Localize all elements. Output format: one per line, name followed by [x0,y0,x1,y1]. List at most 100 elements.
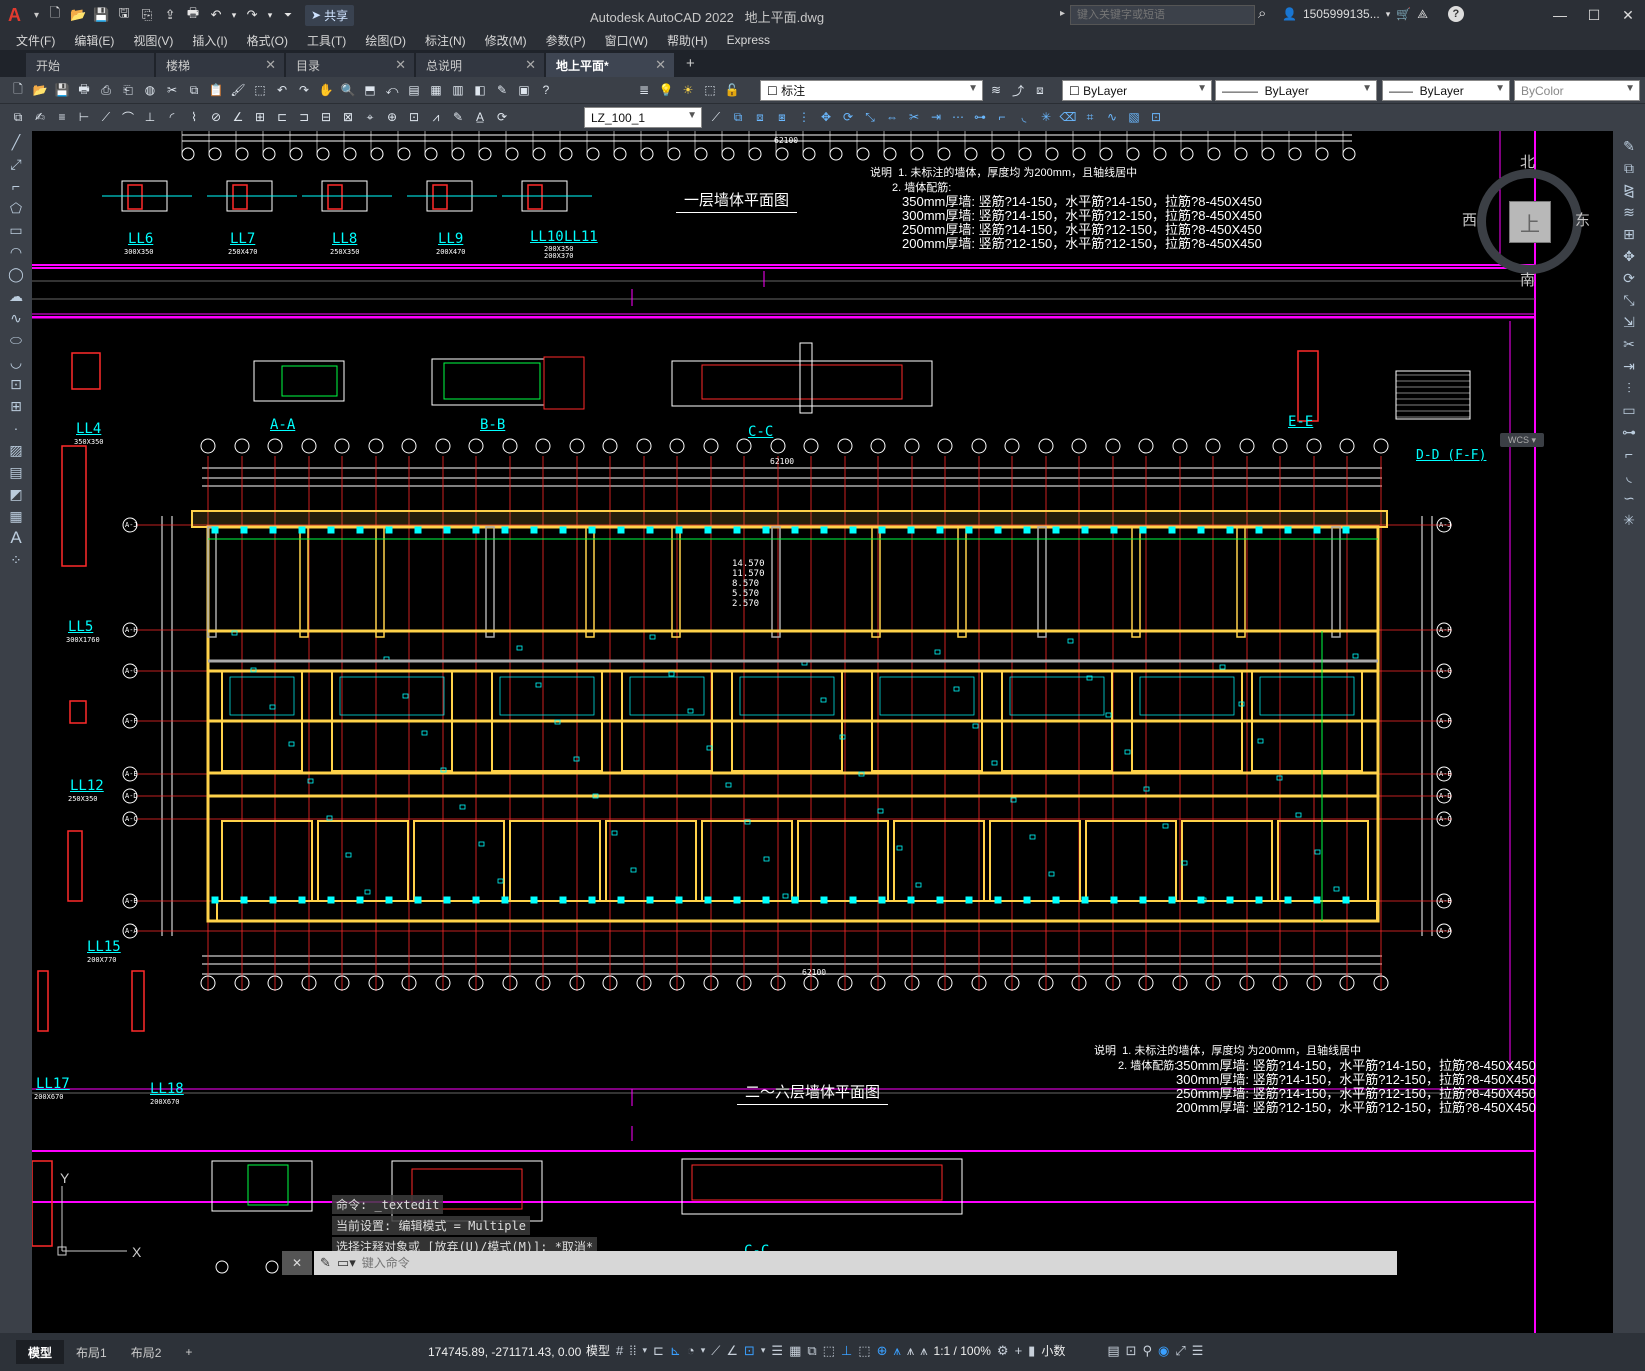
break-icon[interactable]: ▭ [1613,399,1645,421]
inspect-icon[interactable]: ⊡ [404,107,424,127]
join-icon[interactable]: ⊶ [970,107,990,127]
break-point-icon[interactable]: ⫶ [1613,377,1645,399]
point-icon[interactable]: · [0,417,32,439]
diameter-icon[interactable]: ⊘ [206,107,226,127]
tab-stairs[interactable]: 楼梯 ✕ [156,53,284,77]
quick-dim-icon[interactable]: ⊞ [250,107,270,127]
layer-thaw-icon[interactable]: ☀ [678,80,698,100]
search-input[interactable] [1070,5,1255,25]
jogged-linear-icon[interactable]: ⩘ [426,107,446,127]
make-current-icon[interactable]: ≋ [986,80,1006,100]
new-tab-icon[interactable]: + [686,55,695,72]
spline-icon[interactable]: ∿ [0,307,32,329]
rotate-icon[interactable]: ⟳ [1613,267,1645,289]
app-menu-chevron-icon[interactable]: ▾ [34,10,39,21]
plotstyle-select[interactable]: ByColor ▼ [1514,80,1640,101]
new-icon[interactable]: 🗋 [8,80,28,100]
maximize-icon[interactable]: ☐ [1577,0,1611,30]
redo-icon[interactable]: ↷ [294,80,314,100]
help-icon[interactable]: ? [1447,6,1464,22]
minimize-icon[interactable]: — [1543,0,1577,30]
menu-draw[interactable]: 绘图(D) [365,32,406,49]
make-block-icon[interactable]: ⊞ [0,395,32,417]
menu-insert[interactable]: 插入(I) [192,32,227,49]
rotate-icon[interactable]: ⟳ [838,107,858,127]
explode-icon[interactable]: ✳ [1613,509,1645,531]
units-icon[interactable]: ▮ [1028,1343,1035,1359]
ellipse-arc-icon[interactable]: ◡ [0,351,32,373]
copy-icon[interactable]: ⧉ [728,107,748,127]
user-account[interactable]: 👤 1505999135... ▾ 🛒 ⟁ ? [1282,6,1464,22]
command-input[interactable] [361,1256,1262,1270]
move-icon[interactable]: ✥ [1613,245,1645,267]
quick-calc-icon[interactable]: ▣ [514,80,534,100]
layer-previous-icon[interactable]: ⤴ [1008,80,1028,100]
workspace-icon[interactable]: ⚙ [997,1343,1009,1359]
join-icon[interactable]: ⊶ [1613,421,1645,443]
command-close-icon[interactable]: ✕ [282,1251,312,1275]
dim-space-icon[interactable]: ⊟ [316,107,336,127]
linetype-select[interactable]: ——— ByLayer ▼ [1215,80,1377,101]
autodesk-app-icon[interactable]: ⟁ [1417,7,1428,22]
polygon-icon[interactable]: ⬠ [0,197,32,219]
scale-icon[interactable]: ⤡ [860,107,880,127]
polyline-icon[interactable]: ⌐ [0,175,32,197]
tab-close-icon[interactable]: ✕ [655,57,666,73]
plot-icon[interactable]: 🖶 [74,80,94,100]
open-icon[interactable]: 📂 [30,80,50,100]
annotation-monitor-icon[interactable]: + [1015,1343,1023,1358]
save-icon[interactable]: 💾 [52,80,72,100]
open-web-icon[interactable]: ⎘ [137,5,157,25]
text-icon[interactable]: ✍ [30,107,50,127]
copy-icon[interactable]: ⧉ [1613,157,1645,179]
properties-icon[interactable]: ▤ [404,80,424,100]
save-web-icon[interactable]: ⇪ [160,5,180,25]
fillet-icon[interactable]: ◟ [1014,107,1034,127]
zoom-previous-icon[interactable]: ⤺ [382,80,402,100]
layer-state-icon[interactable]: ⧈ [1030,80,1050,100]
offset-icon[interactable]: ≋ [1613,201,1645,223]
block-select[interactable]: LZ_100_1 ▼ [584,107,702,128]
layer-unlock-icon[interactable]: 🔓 [722,80,742,100]
lineweight-select[interactable]: —— ByLayer ▼ [1382,80,1510,101]
tolerance-icon[interactable]: ⌖ [360,107,380,127]
copy-icon[interactable]: ⧉ [184,80,204,100]
compass-west[interactable]: 西 [1462,209,1477,230]
gradient-icon[interactable]: ▤ [0,461,32,483]
open-icon[interactable]: 📂 [68,5,88,25]
continue-icon[interactable]: ⊐ [294,107,314,127]
osnap-dropdown-icon[interactable]: ▾ [761,1345,766,1356]
extend-icon[interactable]: ⇥ [1613,355,1645,377]
lineweight-icon[interactable]: ☰ [771,1343,783,1359]
block-editor-icon[interactable]: ⬚ [250,80,270,100]
markup-icon[interactable]: ✎ [492,80,512,100]
offset-icon[interactable]: ⧆ [772,107,792,127]
fillet-icon[interactable]: ◟ [1613,465,1645,487]
compass-east[interactable]: 东 [1575,209,1590,230]
ordinate-icon[interactable]: ⊥ [140,107,160,127]
chamfer-icon[interactable]: ⌐ [992,107,1012,127]
new-icon[interactable]: 🗋 [45,5,65,25]
layout-tab-model[interactable]: 模型 [16,1340,65,1364]
hatch-icon[interactable]: ▨ [0,439,32,461]
trim-icon[interactable]: ✂ [1613,333,1645,355]
help-icon[interactable]: ? [536,80,556,100]
scale-icon[interactable]: ⤡ [1613,289,1645,311]
array-icon[interactable]: ⊞ [1613,223,1645,245]
erase-icon[interactable]: ✎ [1613,135,1645,157]
publish-icon[interactable]: ⎗ [118,80,138,100]
mirror-icon[interactable]: ⧈ [750,107,770,127]
break-icon[interactable]: ⋯ [948,107,968,127]
dim-text-edit-icon[interactable]: A̲ [470,107,490,127]
jogged-icon[interactable]: ⌇ [184,107,204,127]
annotation-scale-value[interactable]: 1:1 / 100% [934,1344,991,1358]
command-history-icon[interactable]: ▭▾ [337,1255,356,1271]
search-expand-icon[interactable]: ▸ [1060,8,1065,19]
dim-edit-icon[interactable]: ✎ [448,107,468,127]
region-icon[interactable]: ◩ [0,483,32,505]
quick-properties-icon[interactable]: ▤ [1107,1343,1119,1359]
isodraft-icon[interactable]: ⟋ [711,1343,720,1359]
selection-filter-icon[interactable]: ⬚ [858,1343,870,1359]
menu-view[interactable]: 视图(V) [133,32,173,49]
cut-icon[interactable]: ✂ [162,80,182,100]
